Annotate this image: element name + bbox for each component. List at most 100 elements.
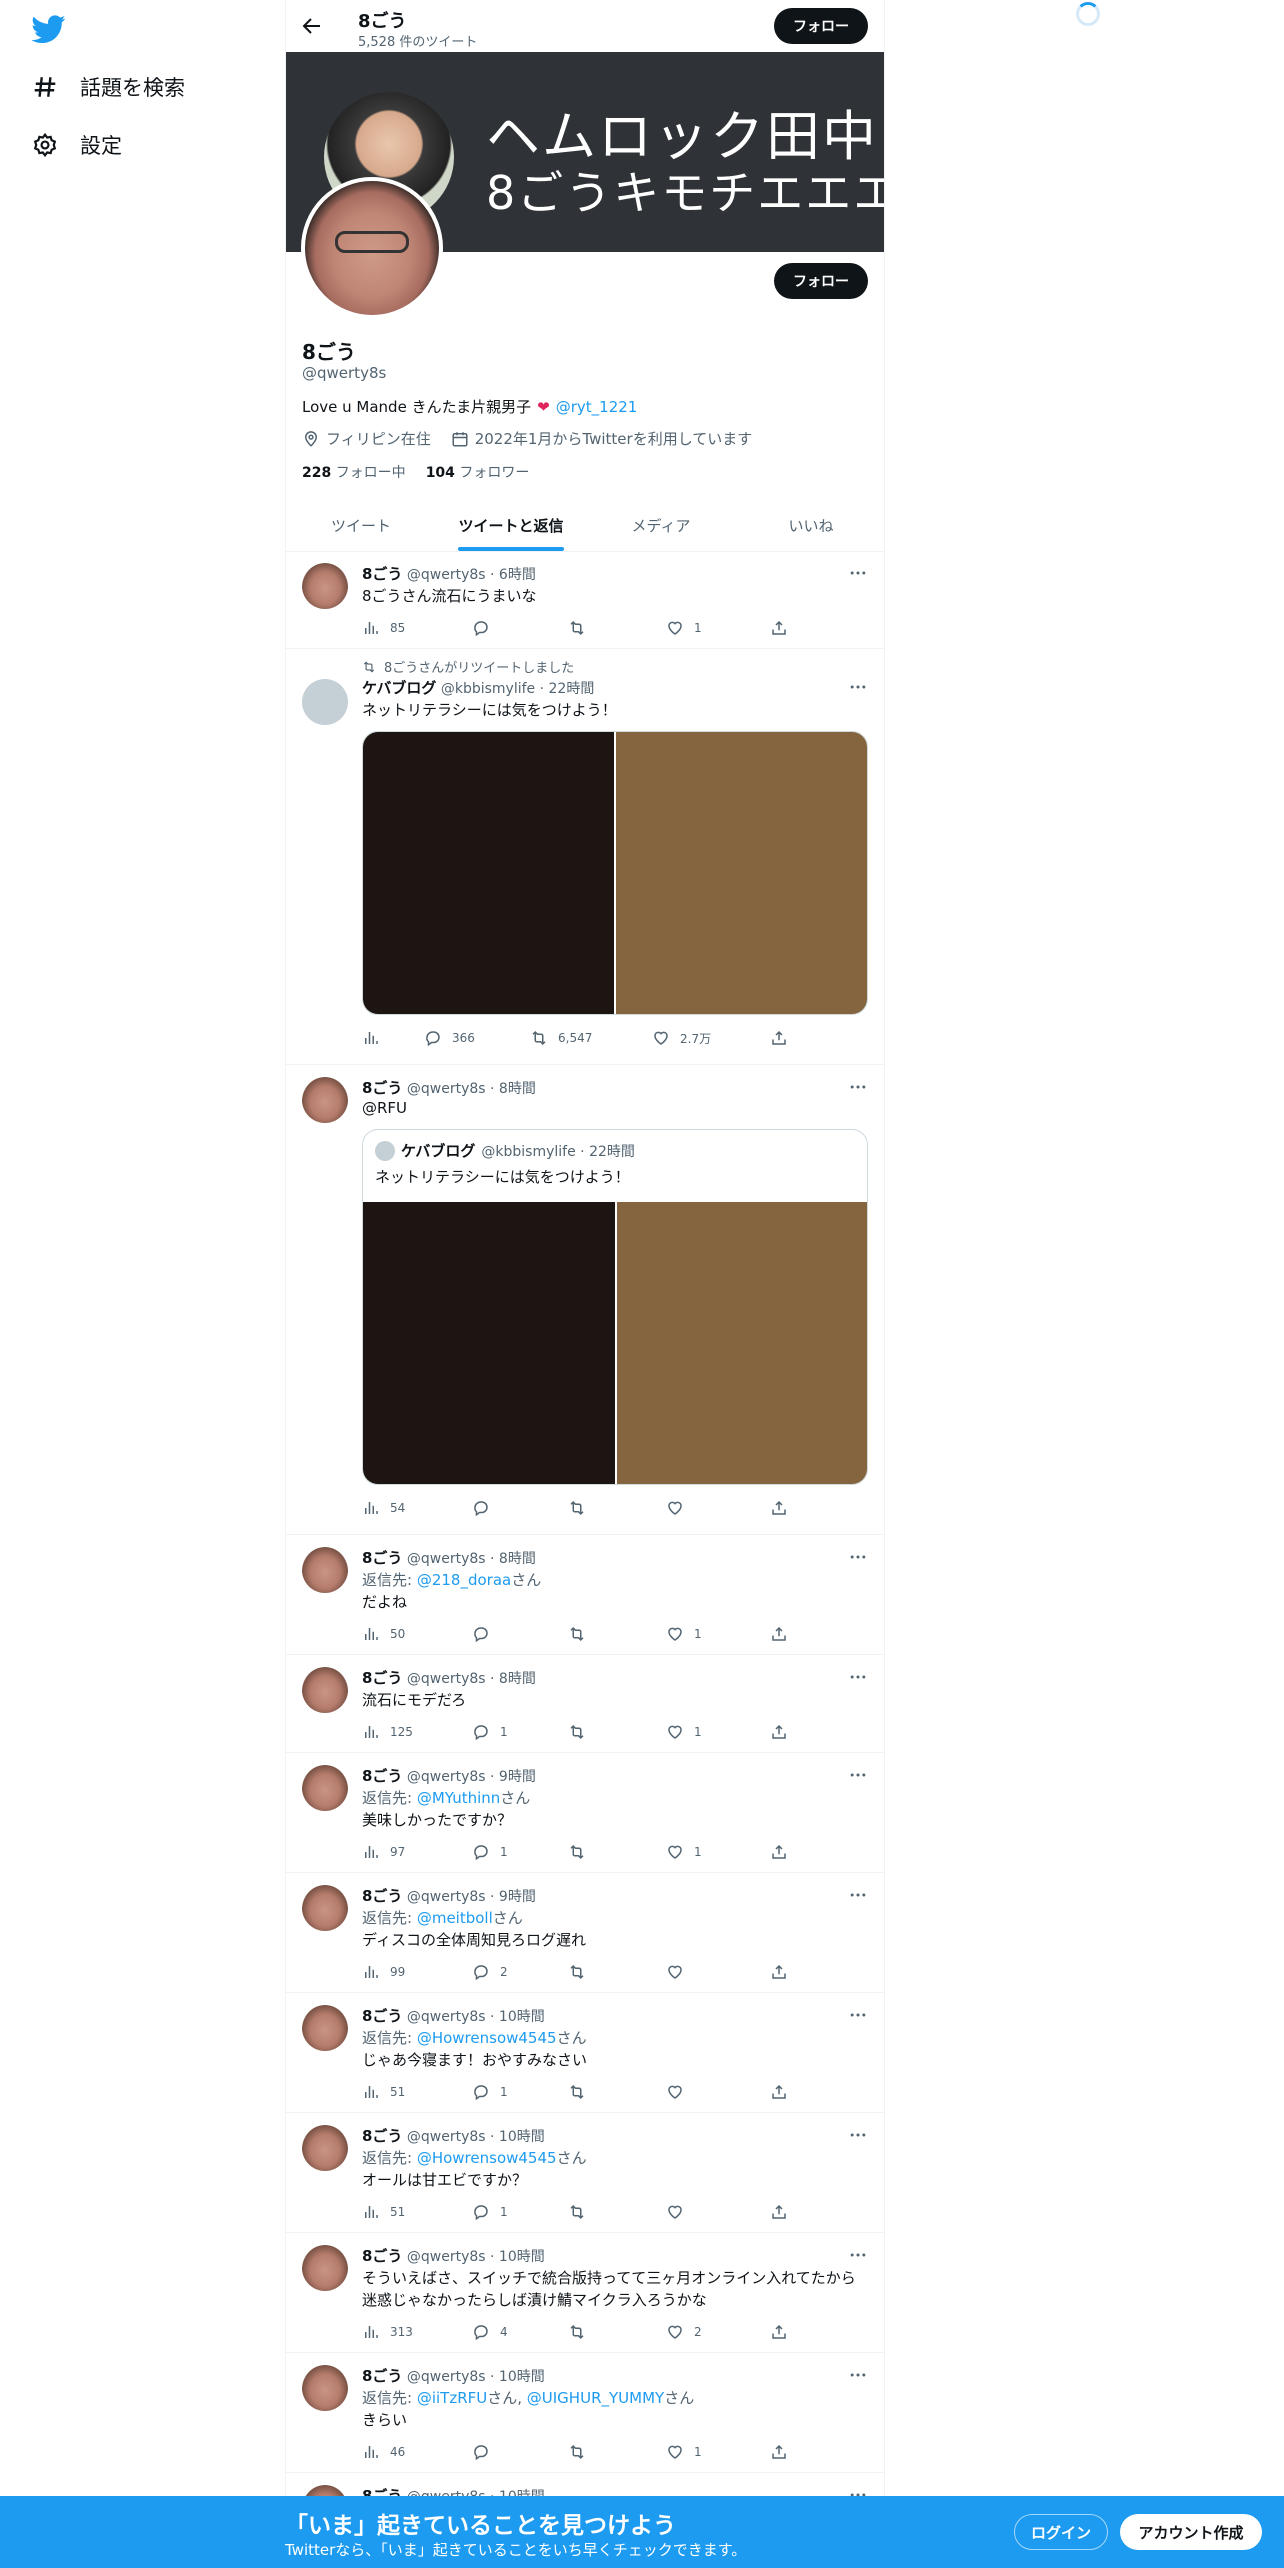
tweet-author[interactable]: 8ごう: [362, 2367, 402, 2385]
tweet[interactable]: 8ごう @qwerty8s · 9時間 返信先: @meitbollさん ディスコの…: [286, 1873, 884, 1993]
reply-mention-link[interactable]: @218_doraa: [417, 1571, 511, 1589]
tweet-avatar[interactable]: [302, 563, 348, 609]
like-button[interactable]: [666, 2203, 694, 2221]
views-button[interactable]: 50: [362, 1625, 405, 1643]
more-icon[interactable]: [848, 2245, 868, 2265]
like-button[interactable]: 1: [666, 1843, 702, 1861]
tweet-author[interactable]: 8ごう: [362, 2247, 402, 2265]
twitter-logo-icon[interactable]: [32, 12, 66, 46]
reply-button[interactable]: [472, 1499, 500, 1517]
retweet-button[interactable]: [568, 1723, 596, 1741]
tweet[interactable]: 8ごう @qwerty8s · 6時間 8ごうさん流石にうまいな 85 1: [286, 553, 884, 649]
tweet-avatar[interactable]: [302, 2125, 348, 2171]
reply-button[interactable]: [472, 1625, 500, 1643]
share-button[interactable]: [770, 1499, 788, 1517]
media-image-2[interactable]: [616, 732, 867, 1014]
tweet[interactable]: 8ごう @qwerty8s · 10時間 返信先: @Howrensow4545さ…: [286, 1993, 884, 2113]
more-icon[interactable]: [848, 1667, 868, 1687]
media-image-1[interactable]: [363, 732, 614, 1014]
tweet-author[interactable]: 8ごう: [362, 1767, 402, 1785]
login-button[interactable]: ログイン: [1014, 2514, 1108, 2550]
more-icon[interactable]: [848, 2365, 868, 2385]
tweet-avatar[interactable]: [302, 679, 348, 725]
reply-button[interactable]: 2: [472, 1963, 508, 1981]
reply-mention-link[interactable]: @Howrensow4545: [417, 2149, 557, 2167]
back-arrow-icon[interactable]: [300, 14, 324, 38]
like-button[interactable]: 1: [666, 1723, 702, 1741]
tweet-mention-link[interactable]: @RFU: [362, 1099, 407, 1117]
tab-likes[interactable]: いいね: [736, 500, 884, 551]
more-icon[interactable]: [848, 2005, 868, 2025]
reply-mention-link[interactable]: @Howrensow4545: [417, 2029, 557, 2047]
tweet[interactable]: 8ごう @qwerty8s · 10時間 返信先: @Howrensow4545さ…: [286, 2113, 884, 2233]
tweet-media[interactable]: [362, 731, 868, 1015]
like-button[interactable]: 1: [666, 1625, 702, 1643]
share-button[interactable]: [770, 2323, 788, 2341]
following-link[interactable]: 228 フォロー中: [302, 462, 406, 482]
views-button[interactable]: 51: [362, 2203, 405, 2221]
like-button[interactable]: [666, 1963, 694, 1981]
reply-button[interactable]: [472, 2443, 500, 2461]
like-button[interactable]: [666, 2083, 694, 2101]
tweet-avatar[interactable]: [302, 1667, 348, 1713]
tweet[interactable]: 8ごう @qwerty8s · 9時間 返信先: @MYuthinnさん 美味しかっ…: [286, 1753, 884, 1873]
retweet-button[interactable]: [568, 2083, 596, 2101]
retweet-button[interactable]: [568, 619, 596, 637]
more-icon[interactable]: [848, 677, 868, 697]
tweet-avatar[interactable]: [302, 1547, 348, 1593]
tweet-avatar[interactable]: [302, 1765, 348, 1811]
more-icon[interactable]: [848, 2125, 868, 2145]
tweet-avatar[interactable]: [302, 2365, 348, 2411]
reply-button[interactable]: 1: [472, 2083, 508, 2101]
more-icon[interactable]: [848, 1885, 868, 1905]
reply-button[interactable]: [472, 619, 500, 637]
reply-mention-link-2[interactable]: @UIGHUR_YUMMY: [527, 2389, 664, 2407]
retweet-button[interactable]: [568, 1843, 596, 1861]
reply-mention-link[interactable]: @meitboll: [417, 1909, 493, 1927]
tweet[interactable]: 8ごう @qwerty8s · 8時間 流石にモデだろ 125 1 1: [286, 1655, 884, 1753]
bio-mention-link[interactable]: @ryt_1221: [556, 398, 638, 416]
share-button[interactable]: [770, 619, 788, 637]
share-button[interactable]: [770, 2443, 788, 2461]
share-button[interactable]: [770, 1625, 788, 1643]
retweet-button[interactable]: [568, 1625, 596, 1643]
retweet-button[interactable]: [568, 1963, 596, 1981]
views-button[interactable]: 54: [362, 1499, 405, 1517]
like-button[interactable]: 1: [666, 619, 702, 637]
tweet[interactable]: 8ごう @qwerty8s · 10時間 そういえばさ、スイッチで統合版持ってて三…: [286, 2233, 884, 2353]
tweet-author[interactable]: 8ごう: [362, 2007, 402, 2025]
tweet-author[interactable]: 8ごう: [362, 1887, 402, 1905]
signup-button[interactable]: アカウント作成: [1120, 2514, 1262, 2550]
like-button[interactable]: 2.7万: [652, 1029, 711, 1047]
tweet-author[interactable]: 8ごう: [362, 565, 402, 583]
views-button[interactable]: 99: [362, 1963, 405, 1981]
retweet-button[interactable]: 6,547: [530, 1029, 592, 1047]
nav-explore[interactable]: 話題を検索: [32, 72, 185, 102]
share-button[interactable]: [770, 1029, 788, 1047]
retweet-button[interactable]: [568, 2443, 596, 2461]
views-button[interactable]: 313: [362, 2323, 413, 2341]
like-button[interactable]: 2: [666, 2323, 702, 2341]
retweet-button[interactable]: [568, 2323, 596, 2341]
more-icon[interactable]: [848, 1077, 868, 1097]
share-button[interactable]: [770, 2203, 788, 2221]
views-button[interactable]: 46: [362, 2443, 405, 2461]
share-button[interactable]: [770, 1843, 788, 1861]
reply-button[interactable]: 366: [424, 1029, 475, 1047]
more-icon[interactable]: [848, 563, 868, 583]
header-follow-button[interactable]: フォロー: [774, 8, 868, 44]
reply-button[interactable]: 1: [472, 1723, 508, 1741]
tweet[interactable]: 8ごう @qwerty8s · 8時間 返信先: @218_doraaさん だよね …: [286, 1535, 884, 1655]
share-button[interactable]: [770, 2083, 788, 2101]
retweet-button[interactable]: [568, 1499, 596, 1517]
followers-link[interactable]: 104 フォロワー: [426, 462, 530, 482]
tweet-author[interactable]: ケバブログ: [362, 679, 436, 697]
tweet[interactable]: 8ごう @qwerty8s · 10時間 返信先: @iiTzRFUさん, @UI…: [286, 2353, 884, 2473]
share-button[interactable]: [770, 1963, 788, 1981]
more-icon[interactable]: [848, 1765, 868, 1785]
tweet-avatar[interactable]: [302, 1077, 348, 1123]
tweet-avatar[interactable]: [302, 2245, 348, 2291]
tweet[interactable]: 8ごうさんがリツイートしました ケバブログ @kbbismylife · 22時間…: [286, 649, 884, 1065]
views-button[interactable]: [362, 1029, 390, 1047]
views-button[interactable]: 97: [362, 1843, 405, 1861]
